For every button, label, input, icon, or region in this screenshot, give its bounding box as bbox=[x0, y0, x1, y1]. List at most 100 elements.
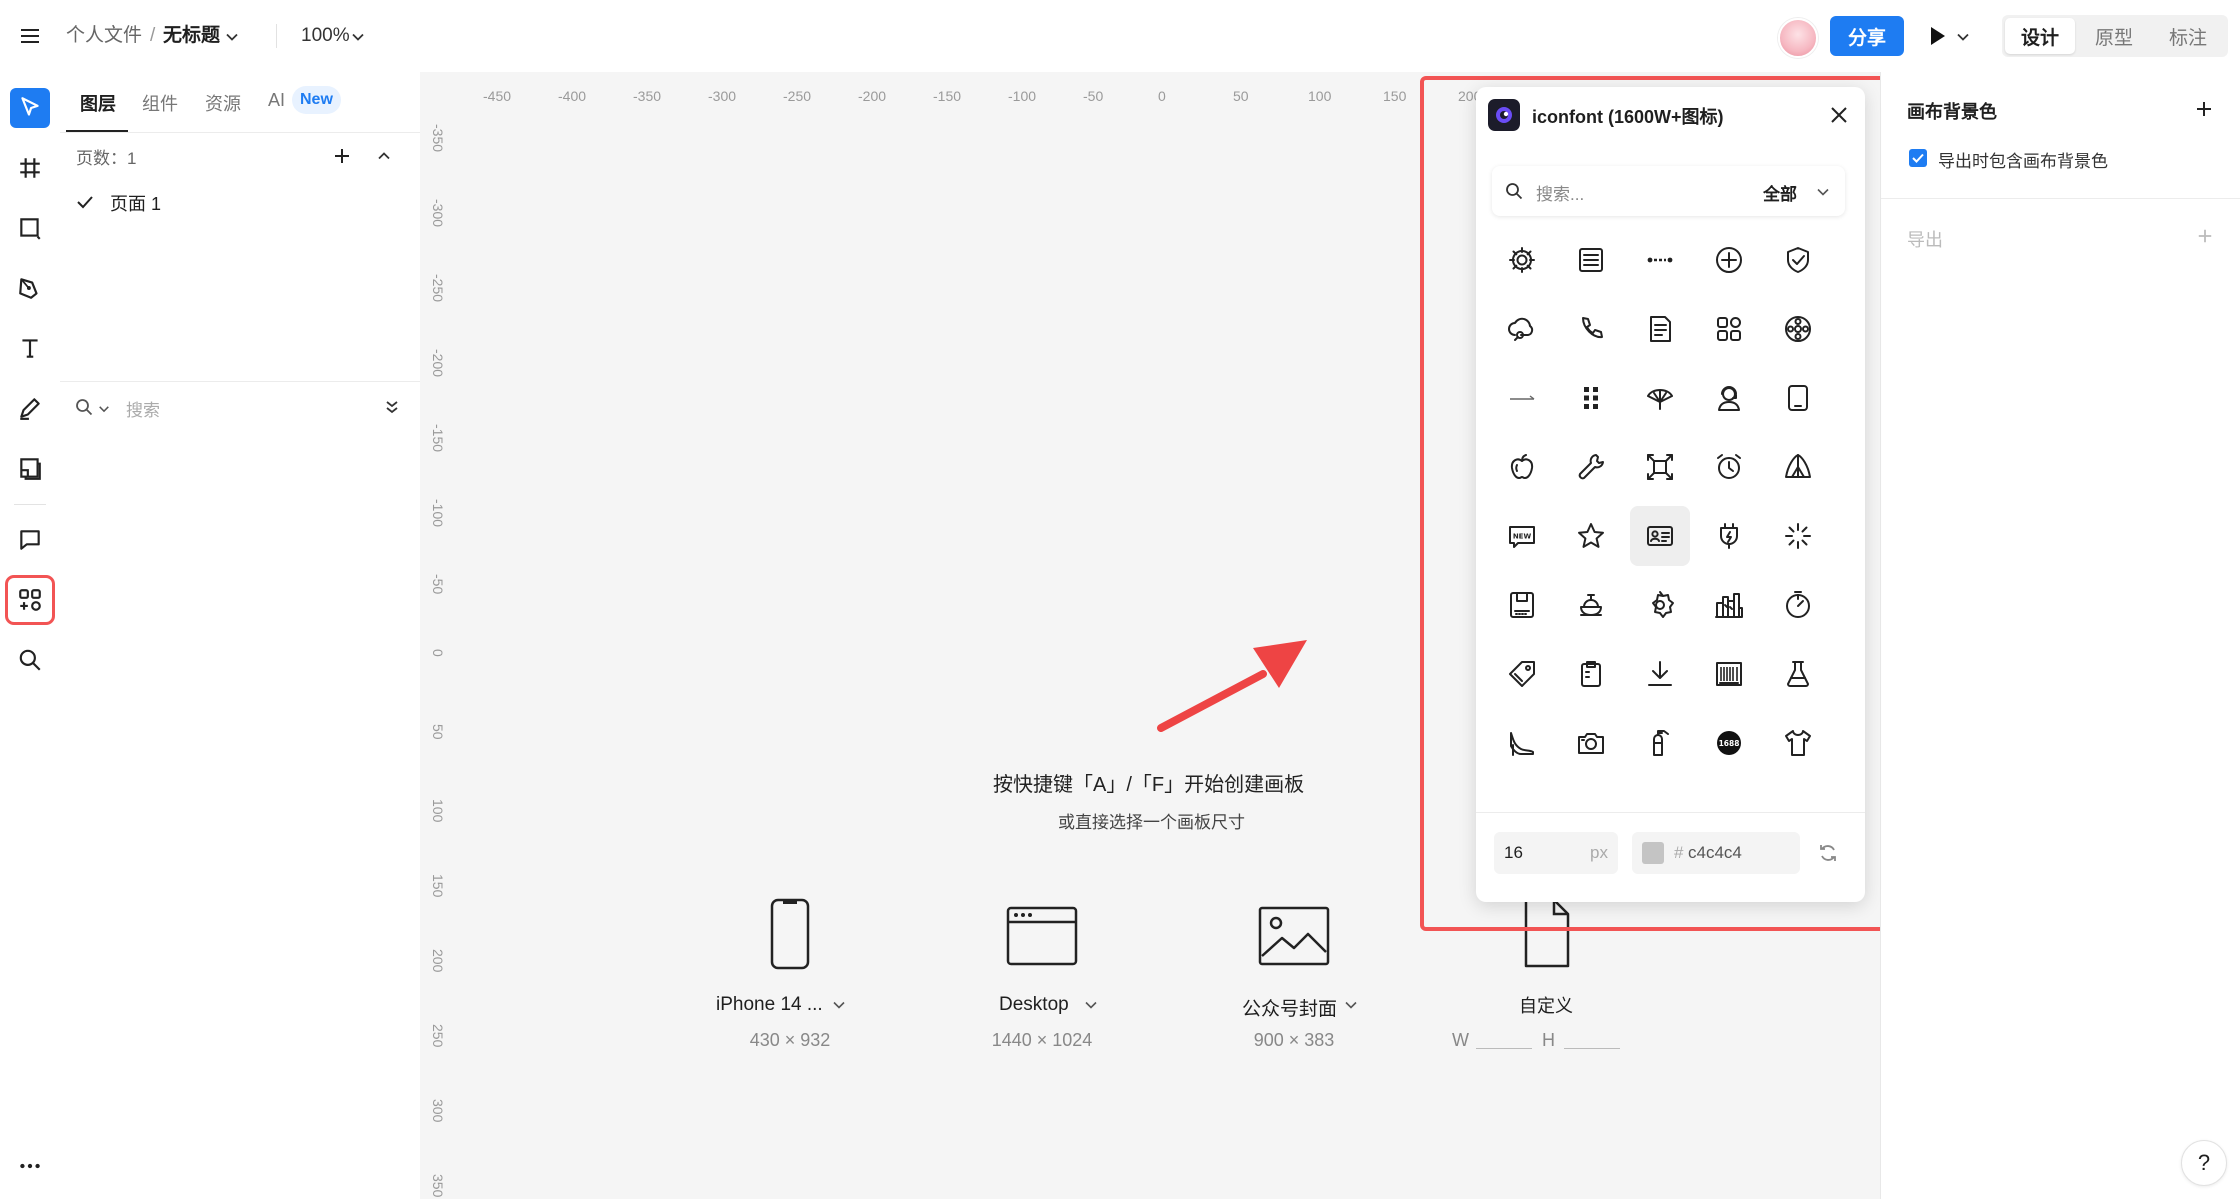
settings-icon[interactable] bbox=[1630, 575, 1690, 635]
more-tools[interactable] bbox=[10, 1146, 50, 1186]
chevron-down-icon[interactable] bbox=[832, 998, 846, 1012]
wrench-icon[interactable] bbox=[1561, 437, 1621, 497]
add-icon[interactable] bbox=[2197, 228, 2213, 244]
tab-layers[interactable]: 图层 bbox=[80, 90, 116, 116]
new-badge-icon[interactable]: NEW bbox=[1492, 506, 1552, 566]
four-squares-icon[interactable] bbox=[1699, 299, 1759, 359]
tag-icon[interactable] bbox=[1492, 644, 1552, 704]
plugins-tool[interactable] bbox=[5, 575, 55, 625]
incense-burner-icon[interactable] bbox=[1561, 575, 1621, 635]
preset-desktop[interactable]: Desktop 1440 × 1024 bbox=[942, 898, 1142, 1068]
tshirt-icon[interactable] bbox=[1768, 713, 1828, 773]
save-card-icon[interactable] bbox=[1492, 575, 1552, 635]
shield-check-icon[interactable] bbox=[1768, 230, 1828, 290]
help-button[interactable]: ? bbox=[2181, 1140, 2227, 1186]
partial-icon-5[interactable] bbox=[1768, 782, 1828, 812]
frame-tool[interactable] bbox=[10, 148, 50, 188]
slice-tool[interactable] bbox=[10, 448, 50, 488]
share-button[interactable]: 分享 bbox=[1830, 16, 1904, 56]
category-filter[interactable]: 全部 bbox=[1763, 180, 1797, 205]
comment-tool[interactable] bbox=[10, 520, 50, 560]
color-input[interactable]: # c4c4c4 bbox=[1632, 832, 1800, 874]
tab-assets[interactable]: 资源 bbox=[205, 90, 241, 116]
chevron-down-icon[interactable] bbox=[1816, 185, 1830, 199]
cloud-search-icon[interactable] bbox=[1492, 299, 1552, 359]
extinguisher-icon[interactable] bbox=[1630, 713, 1690, 773]
search-icon[interactable] bbox=[74, 397, 94, 417]
download-icon[interactable] bbox=[1630, 644, 1690, 704]
scan-frame-icon[interactable] bbox=[1630, 437, 1690, 497]
plug-icon[interactable] bbox=[1699, 506, 1759, 566]
brand-1688-icon[interactable]: 1688 bbox=[1699, 713, 1759, 773]
chevron-down-icon[interactable] bbox=[98, 403, 110, 415]
icon-search-input[interactable]: 搜索... bbox=[1536, 180, 1584, 205]
move-tool[interactable] bbox=[10, 88, 50, 128]
double-chevron-down-icon[interactable] bbox=[384, 399, 400, 415]
pencil-tool[interactable] bbox=[10, 388, 50, 428]
height-input[interactable] bbox=[1564, 1048, 1620, 1049]
arrow-line-icon[interactable] bbox=[1492, 368, 1552, 428]
zoom-level[interactable]: 100% bbox=[301, 0, 350, 72]
reset-icon[interactable] bbox=[1817, 842, 1839, 864]
document-icon[interactable] bbox=[1630, 299, 1690, 359]
export-bg-checkbox[interactable] bbox=[1909, 149, 1927, 167]
gear-icon[interactable] bbox=[1492, 230, 1552, 290]
tablet-icon[interactable] bbox=[1768, 368, 1828, 428]
tab-components[interactable]: 组件 bbox=[142, 90, 178, 116]
pen-tool[interactable] bbox=[10, 268, 50, 308]
leaf-tent-icon[interactable] bbox=[1768, 437, 1828, 497]
star-icon[interactable] bbox=[1561, 506, 1621, 566]
grid-dots-icon[interactable] bbox=[1561, 368, 1621, 428]
rectangle-tool[interactable] bbox=[10, 208, 50, 248]
add-icon[interactable] bbox=[2195, 100, 2213, 118]
list-icon[interactable] bbox=[1561, 230, 1621, 290]
chevron-down-icon[interactable] bbox=[351, 30, 365, 44]
text-tool[interactable] bbox=[10, 328, 50, 368]
apple-icon[interactable] bbox=[1492, 437, 1552, 497]
tab-design[interactable]: 设计 bbox=[2005, 18, 2075, 54]
file-title[interactable]: 无标题 bbox=[163, 0, 220, 72]
loading-icon[interactable] bbox=[1768, 506, 1828, 566]
plus-circle-icon[interactable] bbox=[1699, 230, 1759, 290]
partial-icon-3[interactable] bbox=[1630, 782, 1690, 812]
partial-icon-4[interactable] bbox=[1699, 782, 1759, 812]
color-swatch[interactable] bbox=[1642, 842, 1664, 864]
chevron-down-icon[interactable] bbox=[1344, 998, 1358, 1012]
dots-line-icon[interactable] bbox=[1630, 230, 1690, 290]
avatar[interactable] bbox=[1778, 18, 1818, 58]
fan-icon[interactable] bbox=[1630, 368, 1690, 428]
partial-icon-1[interactable] bbox=[1492, 782, 1552, 812]
id-card-icon[interactable] bbox=[1630, 506, 1690, 566]
preset-iphone[interactable]: iPhone 14 ... 430 × 932 bbox=[690, 898, 890, 1068]
camera-icon[interactable] bbox=[1561, 713, 1621, 773]
search-tool[interactable] bbox=[10, 640, 50, 680]
chevron-up-icon[interactable] bbox=[377, 149, 391, 163]
icon-search-bar[interactable]: 搜索... 全部 bbox=[1492, 166, 1845, 216]
tab-annotate[interactable]: 标注 bbox=[2152, 18, 2224, 54]
chevron-down-icon[interactable] bbox=[1084, 998, 1098, 1012]
user-support-icon[interactable] bbox=[1699, 368, 1759, 428]
close-icon[interactable] bbox=[1829, 105, 1849, 125]
width-input[interactable] bbox=[1476, 1048, 1532, 1049]
flask-icon[interactable] bbox=[1768, 644, 1828, 704]
partial-icon-2[interactable] bbox=[1561, 782, 1621, 812]
tab-prototype[interactable]: 原型 bbox=[2078, 18, 2150, 54]
alarm-clock-icon[interactable] bbox=[1699, 437, 1759, 497]
timer-icon[interactable] bbox=[1768, 575, 1828, 635]
city-icon[interactable] bbox=[1699, 575, 1759, 635]
add-page-icon[interactable] bbox=[333, 147, 351, 165]
tab-ai[interactable]: AI bbox=[268, 90, 285, 111]
menu-icon[interactable] bbox=[18, 24, 42, 48]
page-item[interactable]: 页面 1 bbox=[76, 188, 406, 218]
size-input[interactable]: 16 px bbox=[1494, 832, 1618, 874]
breadcrumb-parent[interactable]: 个人文件 bbox=[66, 0, 142, 72]
preset-wechat-cover[interactable]: 公众号封面 900 × 383 bbox=[1194, 898, 1394, 1068]
high-heel-icon[interactable] bbox=[1492, 713, 1552, 773]
chevron-down-icon[interactable] bbox=[225, 30, 239, 44]
film-reel-icon[interactable] bbox=[1768, 299, 1828, 359]
barcode-icon[interactable] bbox=[1699, 644, 1759, 704]
clipboard-icon[interactable] bbox=[1561, 644, 1621, 704]
phone-icon[interactable] bbox=[1561, 299, 1621, 359]
chevron-down-icon[interactable] bbox=[1956, 30, 1970, 44]
layer-search-input[interactable]: 搜索 bbox=[126, 396, 160, 421]
